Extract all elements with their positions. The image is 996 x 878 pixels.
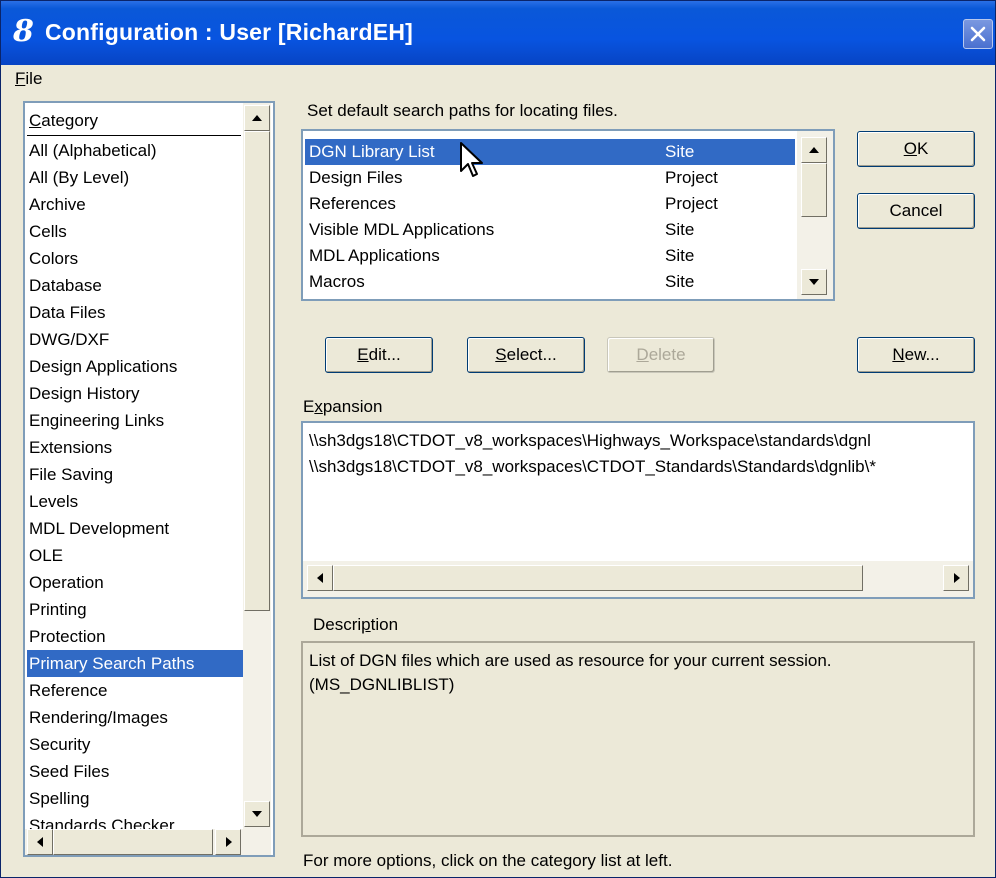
cancel-button[interactable]: Cancel	[857, 193, 975, 229]
category-item[interactable]: Rendering/Images	[27, 704, 243, 731]
category-item[interactable]: Database	[27, 272, 243, 299]
category-item[interactable]: Design Applications	[27, 353, 243, 380]
category-item[interactable]: Engineering Links	[27, 407, 243, 434]
scroll-left-button[interactable]	[307, 565, 333, 591]
title-bar[interactable]: 8 Configuration : User [RichardEH]	[1, 1, 995, 65]
category-item[interactable]: Operation	[27, 569, 243, 596]
configuration-dialog: 8 Configuration : User [RichardEH] File …	[0, 0, 996, 878]
category-item[interactable]: Archive	[27, 191, 243, 218]
mouse-pointer-icon	[460, 142, 483, 177]
category-horizontal-scrollbar[interactable]	[25, 829, 271, 855]
category-vertical-scrollbar[interactable]	[243, 103, 271, 829]
category-item[interactable]: File Saving	[27, 461, 243, 488]
scroll-down-button[interactable]	[801, 269, 827, 295]
category-item[interactable]: MDL Development	[27, 515, 243, 542]
path-name: MDL Applications	[309, 246, 440, 265]
category-item[interactable]: Colors	[27, 245, 243, 272]
scroll-up-button[interactable]	[801, 137, 827, 163]
ok-button[interactable]: OK	[857, 131, 975, 167]
description-text: List of DGN files which are used as reso…	[309, 651, 832, 670]
path-name: Visible MDL Applications	[309, 220, 495, 239]
category-item[interactable]: Security	[27, 731, 243, 758]
arrow-down-icon	[252, 811, 262, 817]
scroll-down-button[interactable]	[244, 801, 270, 827]
path-name: Design Files	[309, 168, 403, 187]
category-item[interactable]: Printing	[27, 596, 243, 623]
expansion-horizontal-scrollbar[interactable]	[303, 561, 973, 597]
path-row[interactable]: Macros Site	[305, 269, 795, 295]
category-list[interactable]: Category All (Alphabetical) All (By Leve…	[23, 101, 275, 857]
path-name: Macros	[309, 272, 365, 291]
close-icon	[970, 26, 986, 42]
search-paths-instruction: Set default search paths for locating fi…	[307, 101, 618, 120]
arrow-left-icon	[317, 573, 323, 583]
expansion-path: \\sh3dgs18\CTDOT_v8_workspaces\Highways_…	[309, 431, 871, 450]
path-level: Site	[665, 272, 695, 291]
path-row[interactable]: Visible MDL Applications Site	[305, 217, 795, 243]
edit-button[interactable]: Edit...	[325, 337, 433, 373]
menu-file[interactable]: File	[15, 69, 42, 89]
path-row[interactable]: MDL Applications Site	[305, 243, 795, 269]
scroll-up-button[interactable]	[244, 105, 270, 131]
expansion-box[interactable]: \\sh3dgs18\CTDOT_v8_workspaces\Highways_…	[301, 421, 975, 599]
menu-bar: File	[1, 65, 995, 93]
path-row-selected[interactable]: DGN Library List Site	[305, 139, 795, 165]
footer-hint: For more options, click on the category …	[303, 851, 673, 870]
path-row[interactable]: References Project	[305, 191, 795, 217]
expansion-path: \\sh3dgs18\CTDOT_v8_workspaces\CTDOT_Sta…	[309, 457, 876, 476]
category-item[interactable]: Data Files	[27, 299, 243, 326]
arrow-down-icon	[809, 279, 819, 285]
category-item[interactable]: Cells	[27, 218, 243, 245]
horizontal-scroll-thumb[interactable]	[53, 829, 213, 855]
category-item[interactable]: Extensions	[27, 434, 243, 461]
description-variable: (MS_DGNLIBLIST)	[309, 675, 455, 694]
description-label: Description	[313, 615, 399, 634]
scroll-thumb[interactable]	[244, 131, 270, 611]
category-item-selected[interactable]: Primary Search Paths	[27, 650, 243, 677]
expansion-label: Expansion	[303, 397, 383, 416]
microstation-app-icon: 8	[13, 14, 34, 49]
new-button[interactable]: New...	[857, 337, 975, 373]
path-level: Project	[665, 194, 718, 213]
arrow-left-icon	[37, 837, 43, 847]
close-button[interactable]	[963, 19, 993, 49]
scroll-thumb[interactable]	[801, 163, 827, 217]
category-item[interactable]: OLE	[27, 542, 243, 569]
category-item[interactable]: DWG/DXF	[27, 326, 243, 353]
category-item[interactable]: Protection	[27, 623, 243, 650]
arrow-up-icon	[252, 115, 262, 121]
category-item[interactable]: Reference	[27, 677, 243, 704]
header-divider	[27, 135, 241, 136]
path-level: Site	[665, 142, 695, 161]
horizontal-scroll-thumb[interactable]	[333, 565, 863, 591]
category-item[interactable]: Seed Files	[27, 758, 243, 785]
scroll-right-button[interactable]	[215, 829, 241, 855]
path-level: Site	[665, 246, 695, 265]
path-name: DGN Library List	[309, 142, 435, 161]
scroll-right-button[interactable]	[943, 565, 969, 591]
arrow-right-icon	[954, 573, 960, 583]
arrow-right-icon	[226, 837, 232, 847]
path-level: Project	[665, 168, 718, 187]
description-box: List of DGN files which are used as reso…	[301, 641, 975, 837]
delete-button: Delete	[607, 337, 715, 373]
arrow-up-icon	[809, 147, 819, 153]
category-item[interactable]: Spelling	[27, 785, 243, 812]
category-item[interactable]: Design History	[27, 380, 243, 407]
path-level: Site	[665, 220, 695, 239]
search-paths-list[interactable]: DGN Library List Site Design Files Proje…	[301, 129, 835, 301]
category-item[interactable]: All (By Level)	[27, 164, 243, 191]
select-button[interactable]: Select...	[467, 337, 585, 373]
paths-vertical-scrollbar[interactable]	[797, 131, 833, 299]
category-item[interactable]: Levels	[27, 488, 243, 515]
category-item[interactable]: All (Alphabetical)	[27, 137, 243, 164]
scroll-left-button[interactable]	[27, 829, 53, 855]
category-list-header[interactable]: Category	[29, 111, 98, 131]
window-title: Configuration : User [RichardEH]	[45, 19, 414, 45]
path-row[interactable]: Design Files Project	[305, 165, 795, 191]
path-name: References	[309, 194, 396, 213]
